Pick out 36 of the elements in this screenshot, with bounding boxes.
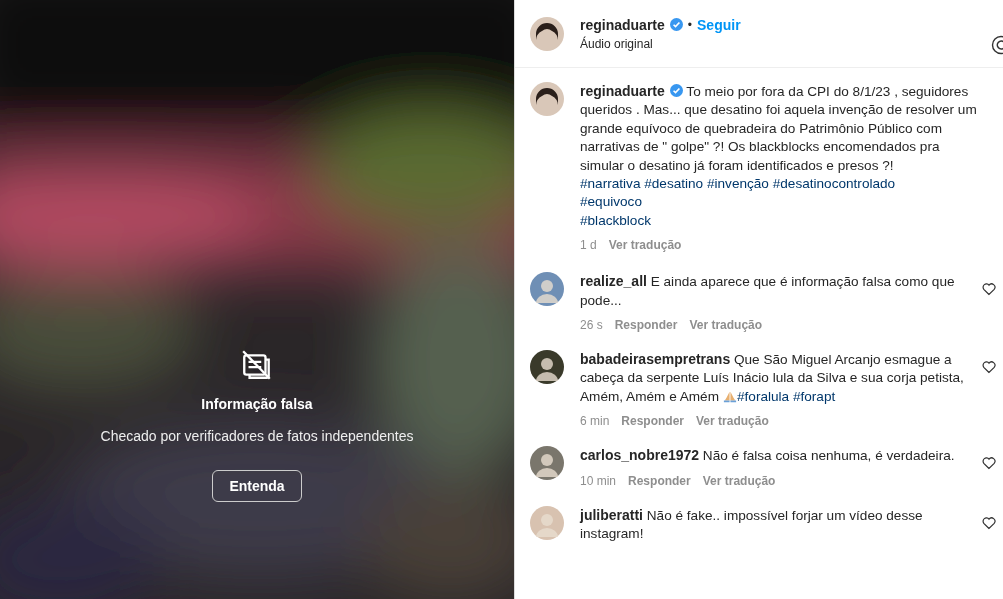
notice-text: Checado por verificadores de fatos independentes xyxy=(100,428,414,444)
avatar xyxy=(530,82,564,116)
comment-text: babadeirasempretrans Que São Miguel Arcanjo esmague a cabeça da serpente Luís Inácio lula da Silva e sua corja petista, Amém, Amém e Amém #foralula #forapt xyxy=(580,350,965,406)
translate-link[interactable]: Ver tradução xyxy=(608,238,682,253)
avatar xyxy=(530,446,564,481)
hashtag-link[interactable]: #narrativa #desatino #invenção #desatinocontrolado xyxy=(580,175,978,194)
translate-link[interactable]: Ver tradução xyxy=(696,414,769,429)
separator-dot: • xyxy=(687,17,692,32)
reply-link[interactable]: Responder xyxy=(621,414,685,429)
hashtag-link[interactable]: #blackblock xyxy=(580,211,978,231)
avatar xyxy=(530,272,564,307)
comment-text: carlos_nobre1972 Não é falsa coisa nenhuma, é verdadeira. xyxy=(580,446,956,466)
heart-icon[interactable] xyxy=(982,282,996,297)
comment-time: 6 min xyxy=(580,414,610,429)
comment-text: realize_all E ainda aparece que é informação falsa como que pode... xyxy=(580,272,956,310)
post-time: 1 d xyxy=(580,238,597,253)
username[interactable]: reginaduarte xyxy=(580,16,665,33)
avatar xyxy=(530,16,564,51)
comment-text: juliberatti Não é fake.. impossível forjar um vídeo desse instagram! xyxy=(580,505,924,544)
audio-label[interactable]: Áudio original xyxy=(580,36,991,51)
translate-link[interactable]: Ver tradução xyxy=(702,473,776,488)
reply-link[interactable]: Responder xyxy=(628,473,691,488)
heart-icon[interactable] xyxy=(982,456,996,471)
hashtag-link[interactable]: #equivoco xyxy=(580,193,978,212)
caption-text: reginaduarte To meio por fora da CPI do 8/1/23 , seguidores queridos . Mas... que desatino foi aquela invenção de resolver um grande equívoco de quebradeira do Patrimônio Público com narrativas de " golpe" ?! Os blackblocks encomendados pra simular o desatino já foram identificados e presos ?! xyxy=(580,82,978,175)
reply-link[interactable]: Responder xyxy=(614,318,678,333)
notice-title: Informação falsa xyxy=(201,396,313,412)
comment-time: 10 min xyxy=(580,473,617,488)
comment-time: 26 s xyxy=(580,318,603,333)
heart-icon[interactable] xyxy=(982,515,996,530)
avatar xyxy=(530,350,564,385)
translate-link[interactable]: Ver tradução xyxy=(689,318,763,333)
avatar xyxy=(530,505,564,540)
follow-link[interactable]: Seguir xyxy=(697,16,741,33)
heart-icon[interactable] xyxy=(982,360,996,375)
learn-more-button[interactable]: Entenda xyxy=(212,470,302,502)
